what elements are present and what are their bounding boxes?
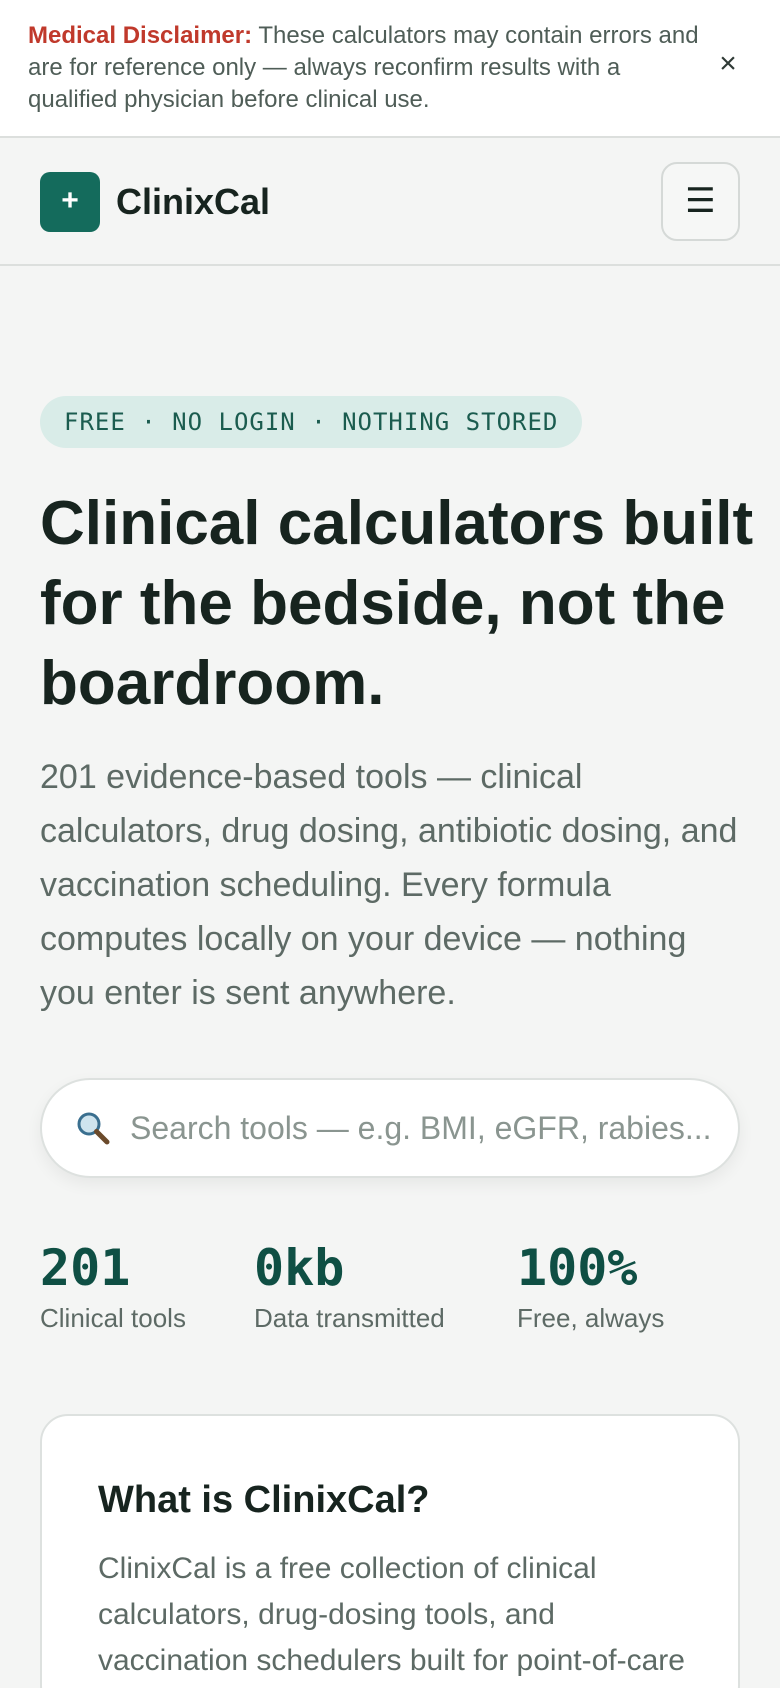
disclaimer-banner: Medical Disclaimer: These calculators ma… <box>0 0 780 138</box>
stat-clinical-tools: 201 Clinical tools <box>40 1236 186 1336</box>
hero-title: Clinical calculators built for the bedsi… <box>40 489 754 718</box>
search-bar[interactable] <box>40 1078 740 1178</box>
feature-pill: FREE · NO LOGIN · NOTHING STORED <box>40 396 583 448</box>
about-card-body: ClinixCal is a free collection of clinic… <box>98 1552 685 1677</box>
stat-label: Data transmitted <box>254 1303 445 1333</box>
stat-value: 201 <box>40 1239 131 1297</box>
stat-free-always: 100% Free, always <box>517 1236 664 1336</box>
brand-name[interactable]: ClinixCal <box>116 178 270 226</box>
hero-description: 201 evidence-based tools — clinical calc… <box>40 758 738 1012</box>
stat-value: 0kb <box>254 1239 345 1297</box>
stat-label: Free, always <box>517 1303 665 1333</box>
search-icon <box>77 1112 110 1145</box>
about-card-title: What is ClinixCal? <box>98 1479 430 1521</box>
disclaimer-text: Medical Disclaimer: These calculators ma… <box>28 20 708 116</box>
hamburger-menu-button[interactable]: ☰ <box>661 162 740 241</box>
about-card: What is ClinixCal? ClinixCal is a free c… <box>40 1414 740 1688</box>
disclaimer-label: Medical Disclaimer: <box>28 22 253 49</box>
stat-data-transmitted: 0kb Data transmitted <box>254 1236 445 1336</box>
stat-value: 100% <box>517 1239 638 1297</box>
logo-plus-icon[interactable]: + <box>40 172 100 232</box>
close-icon[interactable]: × <box>708 44 748 84</box>
stat-label: Clinical tools <box>40 1303 186 1333</box>
site-header: + ClinixCal ☰ <box>0 138 780 266</box>
search-input[interactable] <box>130 1102 720 1154</box>
